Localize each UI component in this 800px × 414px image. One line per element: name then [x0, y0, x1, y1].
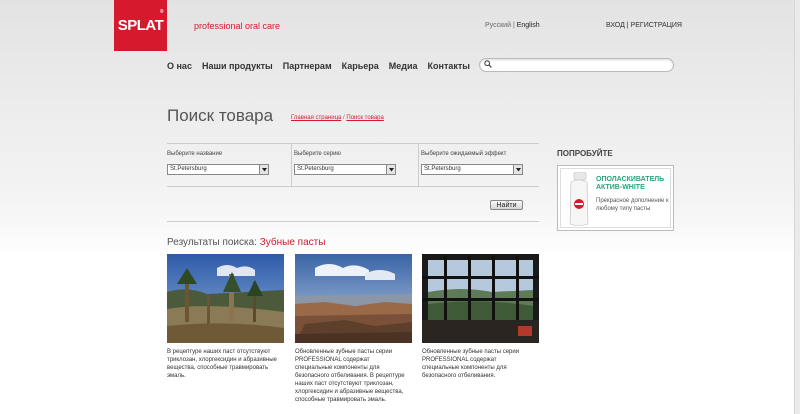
results-heading-label: Результаты поиска:: [167, 237, 257, 248]
filter-panel: Выберите название St.Petersburg Выберите…: [167, 143, 539, 187]
find-button[interactable]: Найти: [490, 200, 523, 210]
chevron-down-icon: [513, 165, 522, 174]
login-link[interactable]: ВХОД: [606, 22, 625, 29]
chevron-down-icon: [259, 165, 268, 174]
nav-item-partners[interactable]: Партнерам: [283, 61, 332, 71]
nav-item-contacts[interactable]: Контакты: [428, 61, 470, 71]
filter-name-value: St.Petersburg: [170, 166, 207, 172]
promo-text: Прекрасное дополнение к любому типу паст…: [596, 198, 669, 212]
search-box: [479, 58, 674, 72]
page-title: Поиск товара: [167, 106, 274, 125]
filter-series-label: Выберите серию: [294, 151, 341, 157]
filter-series-select[interactable]: St.Petersburg: [294, 164, 396, 175]
lang-en-link[interactable]: English: [517, 22, 540, 29]
breadcrumb: Главная страница / Поиск товара: [291, 115, 384, 121]
filter-effect-value: St.Petersburg: [424, 166, 461, 172]
filter-series-value: St.Petersburg: [297, 166, 334, 172]
auth-links: ВХОД | РЕГИСТРАЦИЯ: [606, 22, 682, 29]
result-card[interactable]: В рецептуре наших паст отсутствуют трикл…: [167, 254, 284, 380]
nav-item-media[interactable]: Медиа: [389, 61, 418, 71]
results-heading: Результаты поиска: Зубные пасты: [167, 237, 325, 248]
sidebar-try-title: ПОПРОБУЙТЕ: [557, 149, 613, 158]
lang-ru-link[interactable]: Русский: [485, 22, 511, 29]
nav-item-about[interactable]: О нас: [167, 61, 192, 71]
nav-item-career[interactable]: Карьера: [342, 61, 379, 71]
scrollbar[interactable]: [794, 0, 800, 414]
result-description: Обновленные зубные пасты серии PROFESSIO…: [422, 349, 520, 379]
filter-name-label: Выберите название: [167, 151, 223, 157]
language-switcher: Русский | English: [485, 22, 540, 29]
lang-separator: |: [512, 22, 515, 29]
promo-title: ОПОЛАСКИВАТЕЛЬ АКТИВ-WHITE: [596, 176, 664, 192]
logo-text: SPLAT: [117, 17, 164, 34]
nav-item-products[interactable]: Наши продукты: [202, 61, 273, 71]
auth-separator: |: [626, 22, 629, 29]
product-photo[interactable]: [295, 254, 412, 343]
divider: [167, 221, 539, 222]
product-photo[interactable]: [422, 254, 539, 343]
breadcrumb-current-link[interactable]: Поиск товара: [346, 115, 383, 121]
filter-effect-label: Выберите ожидаемый эффект: [421, 151, 507, 157]
register-link[interactable]: РЕГИСТРАЦИЯ: [631, 22, 682, 29]
mouthwash-bottle-image: [569, 172, 589, 226]
result-card[interactable]: Обновленные зубные пасты серии PROFESSIO…: [422, 254, 539, 380]
search-input[interactable]: [496, 60, 666, 70]
tagline: professional oral care: [194, 21, 281, 31]
filter-series: Выберите серию St.Petersburg: [291, 144, 418, 186]
splat-logo[interactable]: SPLAT ®: [114, 0, 167, 51]
breadcrumb-home-link[interactable]: Главная страница: [291, 115, 341, 121]
filter-name-select[interactable]: St.Petersburg: [167, 164, 269, 175]
search-icon[interactable]: [484, 60, 492, 68]
result-description: В рецептуре наших паст отсутствуют трикл…: [167, 349, 277, 379]
product-photo[interactable]: [167, 254, 284, 343]
promo-title-line1: ОПОЛАСКИВАТЕЛЬ: [596, 176, 665, 183]
main-nav: О нас Наши продукты Партнерам Карьера Ме…: [167, 61, 470, 71]
chevron-down-icon: [386, 165, 395, 174]
result-card[interactable]: Обновленные зубные пасты серии PROFESSIO…: [295, 254, 412, 404]
filter-name: Выберите название St.Petersburg: [167, 144, 291, 186]
logo-reg-mark: ®: [159, 9, 164, 15]
filter-effect: Выберите ожидаемый эффект St.Petersburg: [418, 144, 539, 186]
result-description: Обновленные зубные пасты серии PROFESSIO…: [295, 349, 405, 403]
breadcrumb-separator: /: [343, 115, 345, 121]
results-category: Зубные пасты: [259, 237, 326, 248]
promo-title-line2: АКТИВ-WHITE: [596, 184, 645, 191]
filter-effect-select[interactable]: St.Petersburg: [421, 164, 523, 175]
promo-banner[interactable]: ОПОЛАСКИВАТЕЛЬ АКТИВ-WHITE Прекрасное до…: [557, 165, 674, 231]
